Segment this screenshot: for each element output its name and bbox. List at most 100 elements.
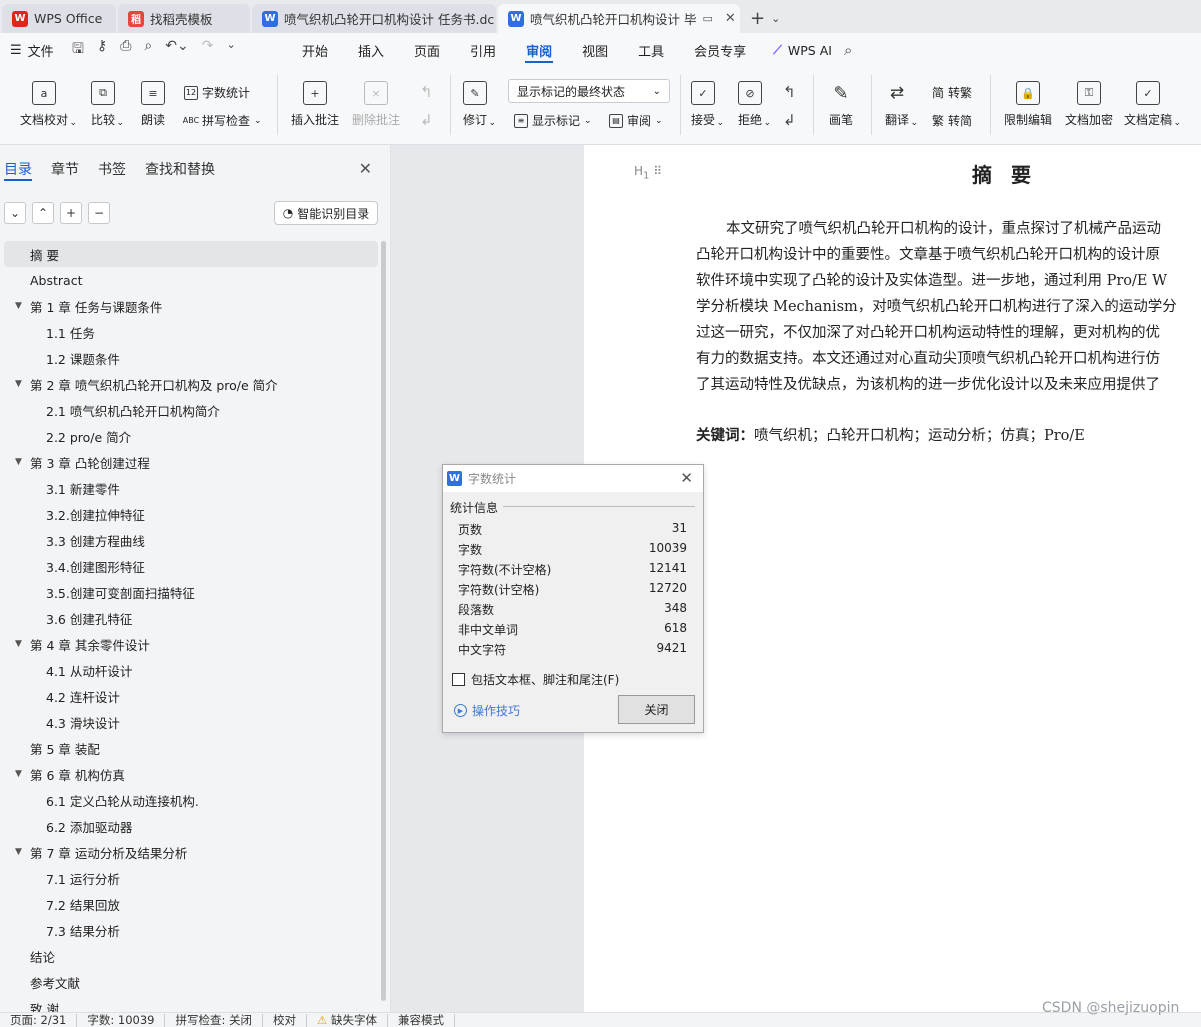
tab-view[interactable]: 视图 <box>567 33 623 67</box>
file-menu[interactable]: ☰ 文件 <box>0 41 60 60</box>
smart-toc-button[interactable]: ◔ 智能识别目录 <box>274 201 378 225</box>
insert-comment-button[interactable]: + 插入批注 <box>291 81 339 128</box>
word-count-button[interactable]: 12 字数统计 <box>184 84 250 101</box>
toc-item[interactable]: 3.3 创建方程曲线 <box>4 527 378 553</box>
tab-insert[interactable]: 插入 <box>343 33 399 67</box>
toc-item[interactable]: 6.2 添加驱动器 <box>4 813 378 839</box>
more-chevron-icon[interactable]: ⌄ <box>226 38 235 62</box>
toc-item[interactable]: 结论 <box>4 943 378 969</box>
toc-item[interactable]: Abstract <box>4 267 378 293</box>
prev-change-icon[interactable]: ↰ <box>783 83 796 101</box>
page-indicator[interactable]: 页面: 2/31 <box>0 1013 78 1027</box>
nav-tab-find-replace[interactable]: 查找和替换 <box>145 159 215 191</box>
toc-item[interactable]: 1.1 任务 <box>4 319 378 345</box>
toc-item[interactable]: ▼ 第 2 章 喷气织机凸轮开口机构及 pro/e 简介 <box>4 371 378 397</box>
doc-proof-button[interactable]: a 文档校对 ⌄ <box>20 81 77 128</box>
collapse-up-icon[interactable]: ⌃ <box>32 202 54 224</box>
expand-triangle-icon[interactable]: ▼ <box>4 769 30 779</box>
toc-item[interactable]: ▼ 第 1 章 任务与课题条件 <box>4 293 378 319</box>
nav-tab-sections[interactable]: 章节 <box>51 159 79 191</box>
close-button[interactable]: 关闭 <box>618 695 695 724</box>
toc-item[interactable]: 7.2 结果回放 <box>4 891 378 917</box>
collapse-down-icon[interactable]: ⌄ <box>4 202 26 224</box>
toc-item[interactable]: 3.6 创建孔特征 <box>4 605 378 631</box>
undo-icon[interactable]: ↶⌄ <box>165 38 188 62</box>
key-icon[interactable]: ⚷ <box>97 38 107 62</box>
close-icon[interactable]: ✕ <box>725 11 736 26</box>
translate-button[interactable]: ⇄ 翻译 ⌄ <box>885 81 918 128</box>
print-icon[interactable]: ⎙ <box>120 38 131 62</box>
expand-triangle-icon[interactable]: ▼ <box>4 379 30 389</box>
new-tab-icon[interactable]: + <box>750 8 765 29</box>
toc-item[interactable]: 6.1 定义凸轮从动连接机构. <box>4 787 378 813</box>
missing-font-indicator[interactable]: ⚠ 缺失字体 <box>307 1013 388 1027</box>
tab-page[interactable]: 页面 <box>399 33 455 67</box>
monitor-icon[interactable]: ▭ <box>702 12 712 25</box>
tab-wps-office[interactable]: W WPS Office <box>2 4 116 33</box>
spell-check-indicator[interactable]: 拼写检查: 关闭 <box>165 1013 264 1027</box>
save-icon[interactable]: 🖫 <box>72 38 84 62</box>
toc-item[interactable]: ▼ 第 4 章 其余零件设计 <box>4 631 378 657</box>
toc-item[interactable]: 2.1 喷气织机凸轮开口机构简介 <box>4 397 378 423</box>
expand-triangle-icon[interactable]: ▼ <box>4 457 30 467</box>
toc-item[interactable]: ▼ 第 7 章 运动分析及结果分析 <box>4 839 378 865</box>
wps-ai-button[interactable]: ⟋ WPS AI <box>773 42 832 58</box>
tab-task-doc[interactable]: W 喷气织机凸轮开口机构设计 任务书.dc <box>252 4 496 33</box>
close-icon[interactable]: ✕ <box>359 159 372 178</box>
read-aloud-button[interactable]: ≡ 朗读 <box>141 81 165 128</box>
scrollbar[interactable] <box>381 241 386 1001</box>
tab-home[interactable]: 开始 <box>287 33 343 67</box>
dialog-titlebar[interactable]: W 字数统计 ✕ <box>443 465 703 492</box>
remove-icon[interactable]: − <box>88 202 110 224</box>
show-markup-button[interactable]: ≡ 显示标记 ⌄ <box>514 112 592 129</box>
next-comment-icon[interactable]: ↲ <box>420 111 433 129</box>
chevron-down-icon[interactable]: ⌄ <box>771 12 780 25</box>
reject-button[interactable]: ⊘ 拒绝 ⌄ <box>738 81 771 128</box>
pen-button[interactable]: ✎ 画笔 <box>829 81 853 128</box>
tab-tools[interactable]: 工具 <box>623 33 679 67</box>
toc-item[interactable]: 参考文献 <box>4 969 378 995</box>
delete-comment-button[interactable]: × 删除批注 <box>352 81 400 128</box>
finalize-button[interactable]: ✓ 文档定稿 ⌄ <box>1124 81 1181 128</box>
encrypt-button[interactable]: ⚿ 文档加密 <box>1065 81 1113 128</box>
toc-item[interactable]: 4.1 从动杆设计 <box>4 657 378 683</box>
tips-link[interactable]: ▶ 操作技巧 <box>454 702 520 719</box>
toc-item[interactable]: 7.3 结果分析 <box>4 917 378 943</box>
to-traditional-button[interactable]: 简 转繁 <box>932 84 972 101</box>
toc-item[interactable]: 4.2 连杆设计 <box>4 683 378 709</box>
expand-triangle-icon[interactable]: ▼ <box>4 847 30 857</box>
tab-references[interactable]: 引用 <box>455 33 511 67</box>
toc-item[interactable]: 3.1 新建零件 <box>4 475 378 501</box>
add-icon[interactable]: + <box>60 202 82 224</box>
toc-item[interactable]: 3.4.创建图形特征 <box>4 553 378 579</box>
toc-item[interactable]: ▼ 第 6 章 机构仿真 <box>4 761 378 787</box>
next-change-icon[interactable]: ↲ <box>783 111 796 129</box>
redo-icon[interactable]: ↷ <box>202 38 214 62</box>
toc-item[interactable]: ▼ 第 3 章 凸轮创建过程 <box>4 449 378 475</box>
toc-item[interactable]: 摘 要 <box>4 241 378 267</box>
tab-review[interactable]: 审阅 <box>511 33 567 67</box>
review-pane-button[interactable]: ▤ 审阅 ⌄ <box>609 112 663 129</box>
proof-indicator[interactable]: 校对 <box>263 1013 308 1027</box>
include-textboxes-checkbox[interactable]: 包括文本框、脚注和尾注(F) <box>452 671 619 688</box>
tab-membership[interactable]: 会员专享 <box>679 33 761 67</box>
prev-comment-icon[interactable]: ↰ <box>420 83 433 101</box>
toc-item[interactable]: 4.3 滑块设计 <box>4 709 378 735</box>
toc-item[interactable]: 7.1 运行分析 <box>4 865 378 891</box>
to-simplified-button[interactable]: 繁 转简 <box>932 112 972 129</box>
nav-tab-bookmarks[interactable]: 书签 <box>98 159 126 191</box>
track-changes-button[interactable]: ✎ 修订 ⌄ <box>463 81 496 128</box>
restrict-edit-button[interactable]: 🔒 限制编辑 <box>1004 81 1052 128</box>
markup-state-select[interactable]: 显示标记的最终状态 ⌄ <box>508 79 670 103</box>
search-icon[interactable]: ⌕ <box>844 41 852 59</box>
compare-button[interactable]: ⧉ 比较 ⌄ <box>91 81 124 128</box>
expand-triangle-icon[interactable]: ▼ <box>4 301 30 311</box>
spell-check-button[interactable]: ABC 拼写检查 ⌄ <box>183 112 262 129</box>
tab-thesis-doc[interactable]: W 喷气织机凸轮开口机构设计 毕 ▭ ✕ <box>498 4 740 33</box>
print-preview-icon[interactable]: ⌕ <box>144 38 152 62</box>
tab-docer-templates[interactable]: 稻 找稻壳模板 <box>118 4 250 33</box>
toc-item[interactable]: 第 5 章 装配 <box>4 735 378 761</box>
heading-handle[interactable]: H1 ⠿ <box>634 164 662 181</box>
toc-item[interactable]: 3.2.创建拉伸特征 <box>4 501 378 527</box>
word-count-indicator[interactable]: 字数: 10039 <box>77 1013 166 1027</box>
